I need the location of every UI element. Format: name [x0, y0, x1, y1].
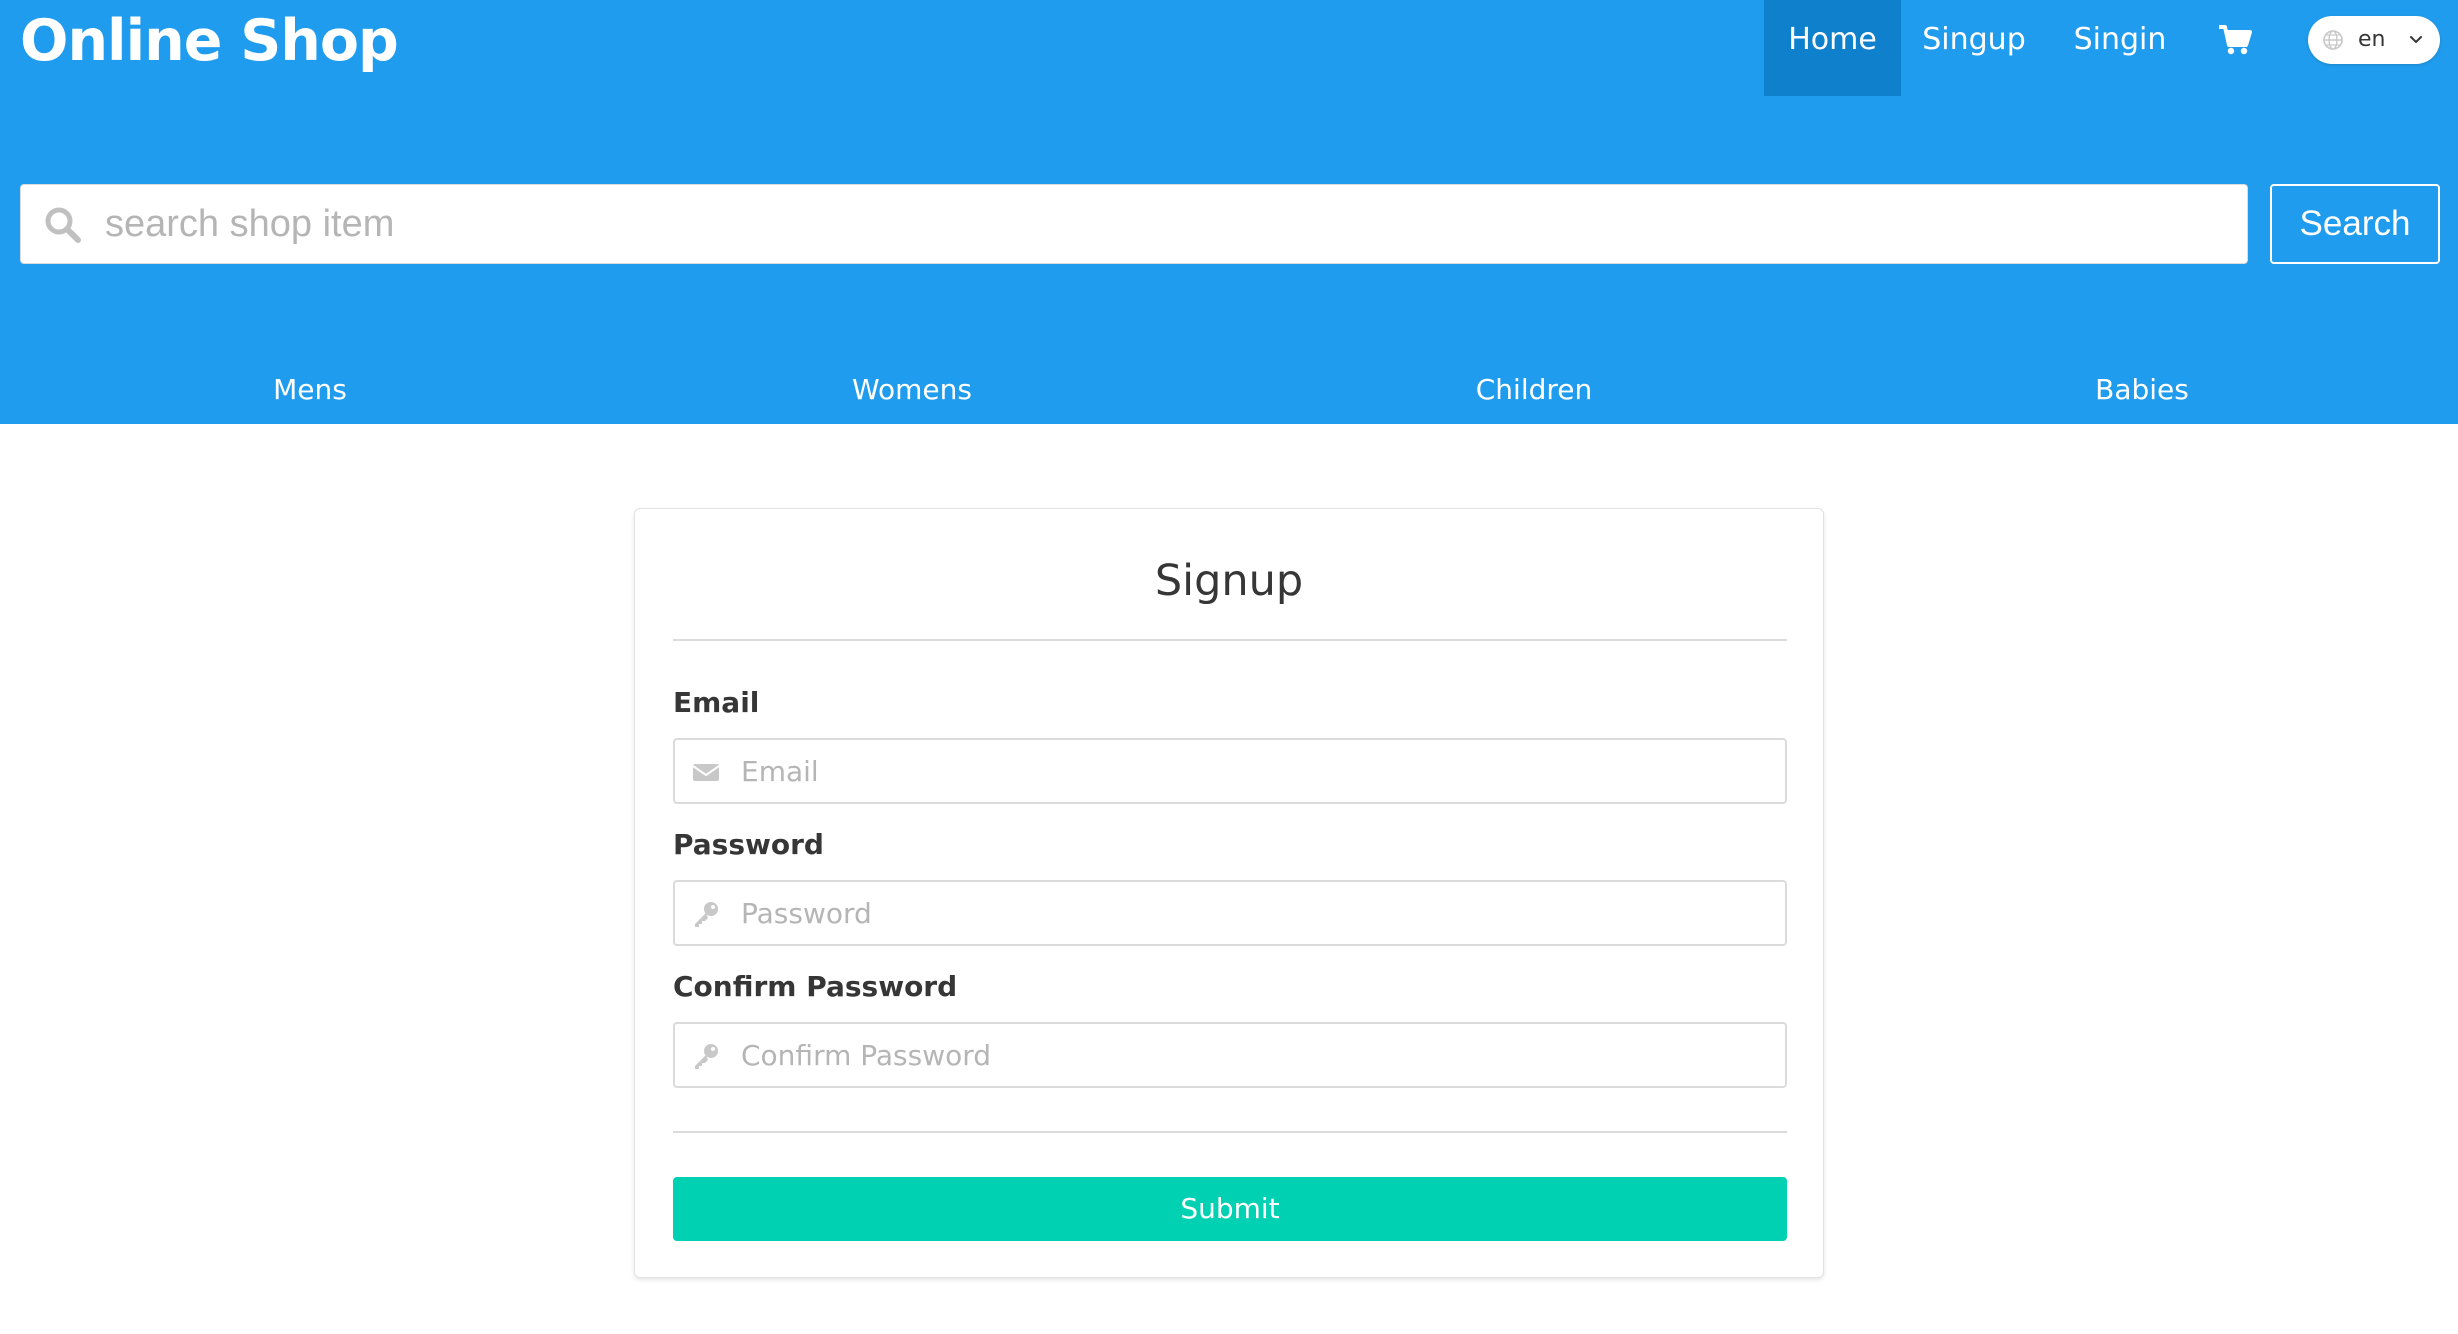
chevron-down-icon [2410, 36, 2422, 43]
key-icon [695, 902, 718, 927]
language-select[interactable]: en [2308, 16, 2440, 64]
nav-home[interactable]: Home [1764, 0, 1901, 96]
language-value: en [2358, 27, 2386, 52]
category-mens[interactable]: Mens [250, 364, 370, 416]
globe-icon [2323, 30, 2343, 50]
nav-signin[interactable]: Singin [2062, 0, 2178, 96]
title-divider [673, 639, 1787, 641]
brand-logo[interactable]: Online Shop [20, 6, 399, 76]
form-title: Signup [1154, 556, 1304, 606]
nav-cart[interactable] [2210, 0, 2260, 96]
shopping-cart-icon [2219, 25, 2252, 55]
password-field[interactable] [739, 882, 1769, 944]
confirm-password-field-wrapper [673, 1022, 1787, 1088]
signup-card: Signup Email Password Confirm Password S… [634, 508, 1824, 1278]
header: Online Shop Home Singup Singin en Sear [0, 0, 2458, 424]
envelope-icon [692, 764, 720, 781]
category-babies[interactable]: Babies [2080, 364, 2204, 416]
search-box [20, 184, 2248, 264]
key-icon [695, 1044, 718, 1069]
confirm-password-field[interactable] [739, 1024, 1769, 1086]
email-field-wrapper [673, 738, 1787, 804]
search-button[interactable]: Search [2270, 184, 2440, 264]
search-icon [45, 207, 81, 243]
password-field-wrapper [673, 880, 1787, 946]
form-divider [673, 1131, 1787, 1133]
category-womens[interactable]: Womens [830, 364, 994, 416]
submit-button[interactable]: Submit [673, 1177, 1787, 1241]
confirm-password-label: Confirm Password [673, 970, 958, 1003]
email-label: Email [673, 686, 760, 719]
nav-signup[interactable]: Singup [1910, 0, 2038, 96]
search-input[interactable] [103, 185, 2223, 263]
password-label: Password [673, 828, 824, 861]
email-field[interactable] [739, 740, 1769, 802]
category-children[interactable]: Children [1460, 364, 1608, 416]
